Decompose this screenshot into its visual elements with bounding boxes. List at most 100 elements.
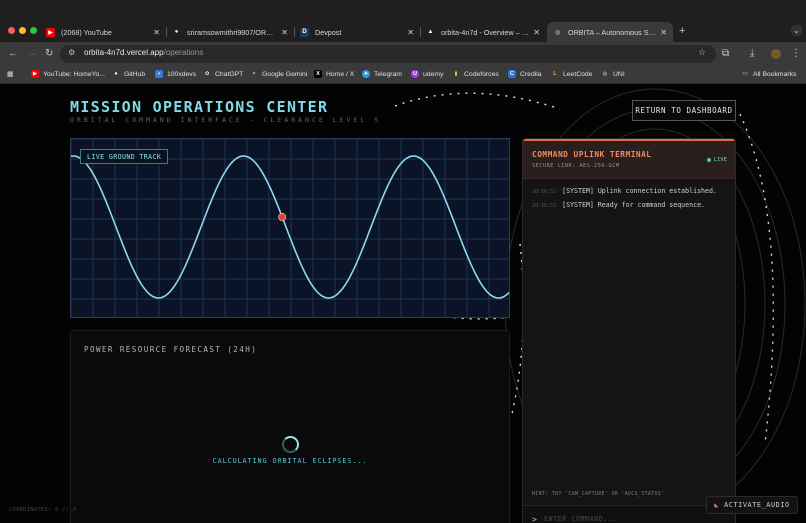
- bookmark-codeforces[interactable]: ▮ Codeforces: [452, 70, 499, 78]
- bookmark-leetcode[interactable]: L LeetCode: [551, 70, 592, 78]
- minimize-window-icon[interactable]: [19, 27, 26, 34]
- close-tab-icon[interactable]: ✕: [533, 28, 540, 37]
- telegram-icon: ➤: [362, 70, 370, 78]
- command-hint: HINT: TRY 'CAM_CAPTURE' OR 'ADCS_STATUS': [532, 491, 665, 497]
- power-forecast-panel: POWER RESOURCE FORECAST (24H) CALCULATIN…: [70, 330, 510, 523]
- url-host: orbita-4n7d.vercel.app: [84, 48, 164, 57]
- log-entry: 20:16:52 [SYSTEM] Uplink connection estab…: [532, 187, 717, 195]
- browser-tab-github[interactable]: ● sriramsowmithri9807/ORBITA ✕: [166, 22, 294, 42]
- globe-icon: ◍: [554, 29, 561, 36]
- codeforces-icon: ▮: [452, 70, 460, 78]
- udemy-icon: U: [411, 70, 419, 78]
- bookmark-label: 100xdevs: [167, 70, 197, 78]
- bookmark-label: Google Gemini: [262, 70, 308, 78]
- maximize-window-icon[interactable]: [30, 27, 37, 34]
- log-text: [SYSTEM] Ready for command sequence.: [562, 201, 706, 209]
- 100xdevs-icon: ⋆: [155, 70, 163, 78]
- bookmark-gemini[interactable]: ✦ Google Gemini: [250, 70, 307, 78]
- site-settings-icon[interactable]: ⚙: [68, 48, 75, 57]
- command-input-row: >: [523, 505, 735, 523]
- bookmark-label: UNI: [613, 70, 625, 78]
- live-ground-track-label: LIVE GROUND TRACK: [80, 149, 169, 164]
- coordinates-readout: COORDINATES: 0 // 0: [9, 507, 77, 513]
- bookmark-x[interactable]: X Home / X: [314, 70, 354, 78]
- github-icon: ●: [172, 27, 181, 37]
- browser-tab-devpost[interactable]: D Devpost ✕: [294, 22, 420, 42]
- chatgpt-icon: ✿: [203, 70, 211, 78]
- download-icon[interactable]: ⤓: [750, 47, 754, 61]
- bookmark-credila[interactable]: C Credila: [508, 70, 542, 78]
- browser-toolbar: ← → ↻ ⚙ orbita-4n7d.vercel.app/operation…: [0, 42, 806, 66]
- terminal-title: COMMAND UPLINK TERMINAL: [532, 150, 652, 159]
- tab-title: (2068) YouTube: [61, 27, 112, 37]
- gemini-icon: ✦: [250, 70, 258, 78]
- all-bookmarks[interactable]: ▭ All Bookmarks: [741, 70, 796, 78]
- tab-search-icon[interactable]: ⌄: [791, 25, 802, 36]
- devpost-icon: D: [300, 27, 309, 37]
- bookmarks-bar: ▦ ▶ YouTube: HomeYo... ● GitHub ⋆ 100xdevs …: [0, 66, 806, 84]
- forward-icon[interactable]: →: [27, 47, 37, 61]
- power-forecast-title: POWER RESOURCE FORECAST (24H): [84, 345, 258, 354]
- extensions-icon[interactable]: ⧉: [722, 47, 729, 61]
- browser-tab-youtube[interactable]: ▶ (2068) YouTube ✕: [40, 22, 166, 42]
- ground-track-panel: LIVE GROUND TRACK: [70, 138, 510, 318]
- bookmark-star-icon[interactable]: ☆: [698, 47, 706, 58]
- bookmark-chatgpt[interactable]: ✿ ChatGPT: [203, 70, 243, 78]
- bookmark-uni[interactable]: ◍ UNI: [601, 70, 625, 78]
- tab-title: sriramsowmithri9807/ORBITA: [187, 27, 278, 37]
- close-tab-icon[interactable]: ✕: [407, 28, 414, 37]
- profile-avatar[interactable]: [771, 49, 781, 59]
- bookmark-label: Credila: [520, 70, 542, 78]
- loading-status-text: CALCULATING ORBITAL ECLIPSES...: [212, 457, 368, 465]
- url-text: orbita-4n7d.vercel.app/operations: [84, 48, 203, 57]
- command-input[interactable]: [544, 512, 724, 523]
- new-tab-icon[interactable]: +: [679, 24, 685, 38]
- bookmark-youtube[interactable]: ▶ YouTube: HomeYo...: [31, 70, 105, 78]
- credila-icon: C: [508, 70, 516, 78]
- github-icon: ●: [112, 70, 120, 78]
- address-bar[interactable]: ⚙ orbita-4n7d.vercel.app/operations ☆: [60, 45, 716, 63]
- live-dot-icon: [706, 158, 711, 162]
- apps-grid-icon[interactable]: ▦: [7, 70, 13, 78]
- command-prompt: >: [532, 515, 537, 523]
- log-entry: 20:16:52 [SYSTEM] Ready for command seque…: [532, 201, 705, 209]
- command-uplink-terminal: COMMAND UPLINK TERMINAL SECURE LINK: AES…: [522, 138, 736, 523]
- close-tab-icon[interactable]: ✕: [660, 28, 667, 37]
- bookmark-label: YouTube: HomeYo...: [43, 70, 105, 78]
- browser-tab-orbita[interactable]: ◍ ORBITA – Autonomous Space ✕: [547, 22, 673, 42]
- close-window-icon[interactable]: [8, 27, 15, 34]
- bookmark-label: udemy: [423, 70, 444, 78]
- bookmark-label: ChatGPT: [215, 70, 244, 78]
- reload-icon[interactable]: ↻: [45, 47, 53, 61]
- tab-title: orbita-4n7d - Overview – Ver: [441, 27, 530, 37]
- log-timestamp: 20:16:52: [532, 189, 557, 195]
- bookmark-100xdevs[interactable]: ⋆ 100xdevs: [155, 70, 196, 78]
- close-tab-icon[interactable]: ✕: [153, 28, 160, 37]
- bookmark-github[interactable]: ● GitHub: [112, 70, 145, 78]
- url-path: /operations: [163, 48, 204, 57]
- secure-link-label: SECURE LINK: AES-256-GCM: [532, 163, 620, 169]
- operations-page: MISSION OPERATIONS CENTER ORBITAL COMMAN…: [0, 84, 806, 523]
- log-text: [SYSTEM] Uplink connection established.: [562, 187, 717, 195]
- bookmark-udemy[interactable]: Uudemy: [411, 70, 443, 78]
- ground-track-map: [71, 139, 509, 317]
- globe-icon: ◍: [602, 71, 608, 77]
- x-icon: X: [314, 70, 322, 78]
- browser-tab-bar: ▶ (2068) YouTube ✕ ● sriramsowmithri9807…: [0, 0, 806, 42]
- bookmark-telegram[interactable]: ➤ Telegram: [362, 70, 402, 78]
- activate-audio-button[interactable]: ◣ ACTIVATE_AUDIO: [706, 496, 798, 514]
- tab-title: ORBITA – Autonomous Space: [568, 27, 657, 37]
- back-icon[interactable]: ←: [8, 47, 18, 61]
- page-title: MISSION OPERATIONS CENTER: [70, 98, 329, 116]
- return-to-dashboard-button[interactable]: RETURN TO DASHBOARD: [632, 100, 736, 121]
- loading-spinner-icon: [282, 436, 299, 453]
- live-status-badge: LIVE: [706, 157, 727, 163]
- bookmark-label: LeetCode: [563, 70, 593, 78]
- browser-tab-vercel[interactable]: ▲ orbita-4n7d - Overview – Ver ✕: [420, 22, 546, 42]
- close-tab-icon[interactable]: ✕: [281, 28, 288, 37]
- youtube-icon: ▶: [31, 70, 39, 78]
- activate-audio-label: ACTIVATE_AUDIO: [724, 501, 790, 509]
- browser-menu-icon[interactable]: ⋮: [791, 47, 801, 61]
- muted-speaker-icon: ◣: [714, 501, 720, 509]
- folder-icon: ▭: [742, 71, 748, 77]
